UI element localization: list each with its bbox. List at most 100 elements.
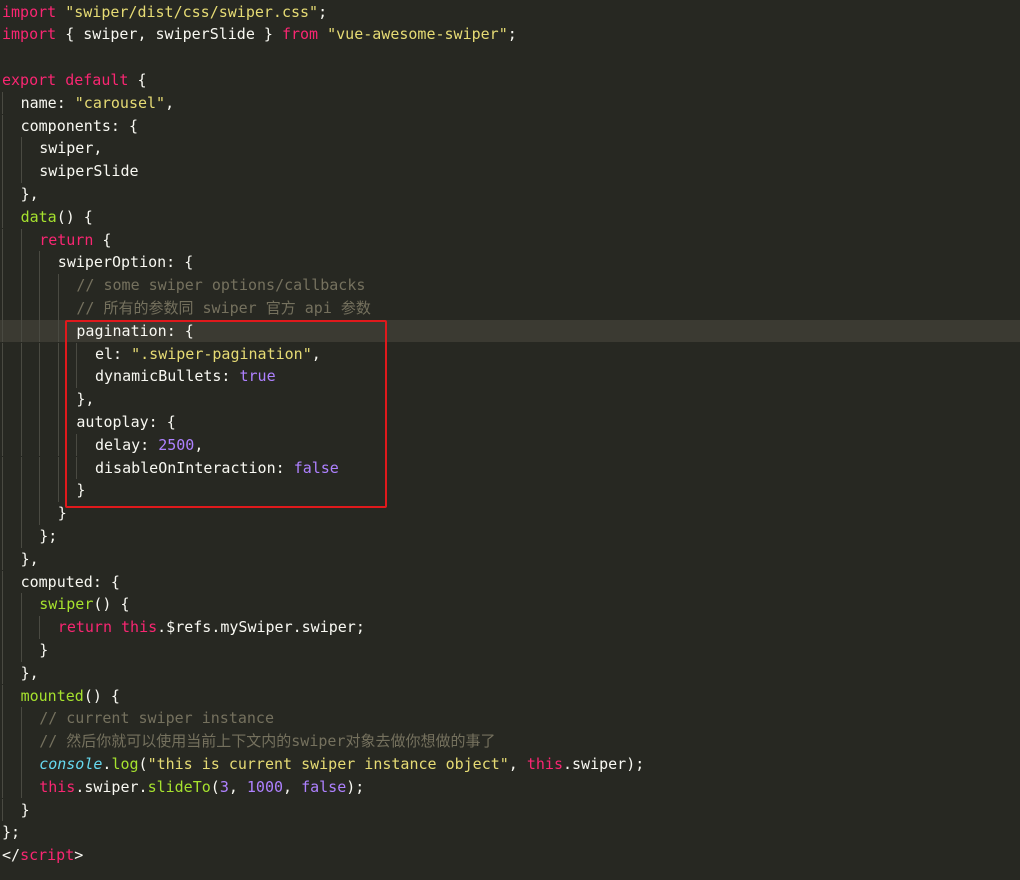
- code-token: .swiper);: [562, 754, 645, 773]
- indent-guide: [2, 182, 3, 206]
- indent-guide: [2, 137, 3, 161]
- code-text: },: [21, 183, 39, 206]
- code-text: computed: {: [21, 571, 120, 594]
- code-token: // 然后你就可以使用当前上下文内的swiper对象去做你想做的事了: [39, 732, 496, 751]
- indent-guide: [39, 274, 41, 297]
- indent-guide: [20, 593, 22, 617]
- code-token: swiperSlide: [39, 162, 139, 181]
- code-line[interactable]: swiper() {: [0, 593, 1020, 617]
- indent-guide: [20, 251, 22, 275]
- indent-guide: [20, 365, 22, 389]
- code-line[interactable]: this.swiper.slideTo(3, 1000, false);: [0, 775, 1020, 799]
- code-line[interactable]: // current swiper instance: [0, 707, 1020, 731]
- code-text: autoplay: {: [76, 411, 175, 434]
- indent-guide: [2, 205, 3, 229]
- code-line[interactable]: pagination: {: [0, 319, 1020, 343]
- code-line[interactable]: dynamicBullets: true: [0, 365, 1020, 389]
- code-line[interactable]: computed: {: [0, 570, 1020, 594]
- code-line[interactable]: components: {: [0, 114, 1020, 138]
- code-token: false: [293, 458, 339, 477]
- code-line[interactable]: // 所有的参数同 swiper 官方 api 参数: [0, 296, 1020, 320]
- indent-guide: [39, 479, 41, 503]
- code-text: }: [21, 799, 30, 822]
- indent-guide: [20, 616, 22, 639]
- code-line[interactable]: // 然后你就可以使用当前上下文内的swiper对象去做你想做的事了: [0, 730, 1020, 753]
- code-token: from: [281, 25, 319, 44]
- code-line[interactable]: disableOnInteraction: false: [0, 456, 1020, 480]
- code-line[interactable]: delay: 2500,: [0, 433, 1020, 457]
- code-line[interactable]: import "swiper/dist/css/swiper.css";: [0, 1, 1020, 24]
- code-line[interactable]: el: ".swiper-pagination",: [0, 342, 1020, 366]
- code-token: computed: {: [20, 572, 120, 591]
- code-text: },: [76, 388, 94, 411]
- indent-guide: [2, 616, 3, 639]
- code-line[interactable]: name: "carousel",: [0, 91, 1020, 115]
- code-text: dynamicBullets: true: [95, 365, 276, 388]
- indent-guide: [2, 228, 3, 252]
- code-line[interactable]: };: [0, 821, 1020, 844]
- code-line[interactable]: },: [0, 182, 1020, 206]
- code-line[interactable]: console.log("this is current swiper inst…: [0, 752, 1020, 776]
- code-token: return: [57, 618, 112, 637]
- code-text: };: [39, 525, 57, 548]
- indent-guide: [57, 365, 59, 389]
- indent-guide: [2, 433, 3, 457]
- code-token: this: [526, 754, 563, 773]
- code-text: },: [21, 662, 39, 685]
- code-token: "swiper/dist/css/swiper.css": [65, 2, 319, 21]
- code-text: }: [76, 479, 85, 502]
- code-line[interactable]: },: [0, 388, 1020, 411]
- code-text: };: [2, 821, 20, 844]
- code-line[interactable]: },: [0, 661, 1020, 685]
- indent-guide: [2, 684, 3, 708]
- code-line[interactable]: }: [0, 798, 1020, 822]
- indent-guide: [2, 456, 3, 480]
- code-line[interactable]: };: [0, 524, 1020, 548]
- code-line[interactable]: return {: [0, 228, 1020, 252]
- indent-guide: [39, 342, 41, 366]
- indent-guide: [20, 137, 22, 161]
- indent-guide: [20, 638, 22, 662]
- code-line[interactable]: }: [0, 479, 1020, 503]
- indent-guide: [2, 114, 3, 138]
- code-token: swiper,: [39, 139, 103, 158]
- code-token: }: [76, 481, 86, 500]
- code-line[interactable]: import { swiper, swiperSlide } from "vue…: [0, 23, 1020, 46]
- code-line[interactable]: swiperOption: {: [0, 251, 1020, 275]
- code-token: "vue-awesome-swiper": [327, 25, 508, 44]
- code-line[interactable]: mounted() {: [0, 684, 1020, 708]
- code-token: true: [239, 367, 276, 386]
- indent-guide: [39, 616, 41, 639]
- code-token: import: [2, 25, 57, 44]
- code-line[interactable]: export default {: [0, 69, 1020, 92]
- code-editor[interactable]: import "swiper/dist/css/swiper.css"; impo…: [0, 0, 1020, 880]
- indent-guide: [57, 456, 59, 480]
- code-token: ,: [165, 93, 175, 112]
- code-line[interactable]: },: [0, 547, 1020, 571]
- code-line[interactable]: return this.$refs.mySwiper.swiper;: [0, 616, 1020, 639]
- code-text: }: [58, 502, 67, 525]
- code-line[interactable]: swiperSlide: [0, 160, 1020, 183]
- code-token: mounted: [20, 686, 84, 705]
- indent-guide: [2, 388, 3, 411]
- code-line[interactable]: }: [0, 638, 1020, 662]
- code-line[interactable]: // some swiper options/callbacks: [0, 274, 1020, 297]
- code-line[interactable]: </script>: [0, 844, 1020, 867]
- code-token: console: [39, 754, 103, 773]
- code-token: {: [93, 230, 112, 249]
- code-line[interactable]: data() {: [0, 205, 1020, 229]
- indent-guide: [57, 274, 59, 297]
- code-token: >: [74, 846, 84, 865]
- code-text: delay: 2500,: [95, 434, 203, 457]
- code-line[interactable]: }: [0, 502, 1020, 525]
- indent-guide: [2, 296, 3, 320]
- code-line[interactable]: [0, 46, 1020, 69]
- code-text: // some swiper options/callbacks: [76, 274, 365, 297]
- code-token: ;: [507, 25, 517, 44]
- code-token: components: {: [20, 116, 138, 135]
- code-line[interactable]: swiper,: [0, 137, 1020, 161]
- code-line[interactable]: autoplay: {: [0, 410, 1020, 434]
- indent-guide: [2, 752, 3, 776]
